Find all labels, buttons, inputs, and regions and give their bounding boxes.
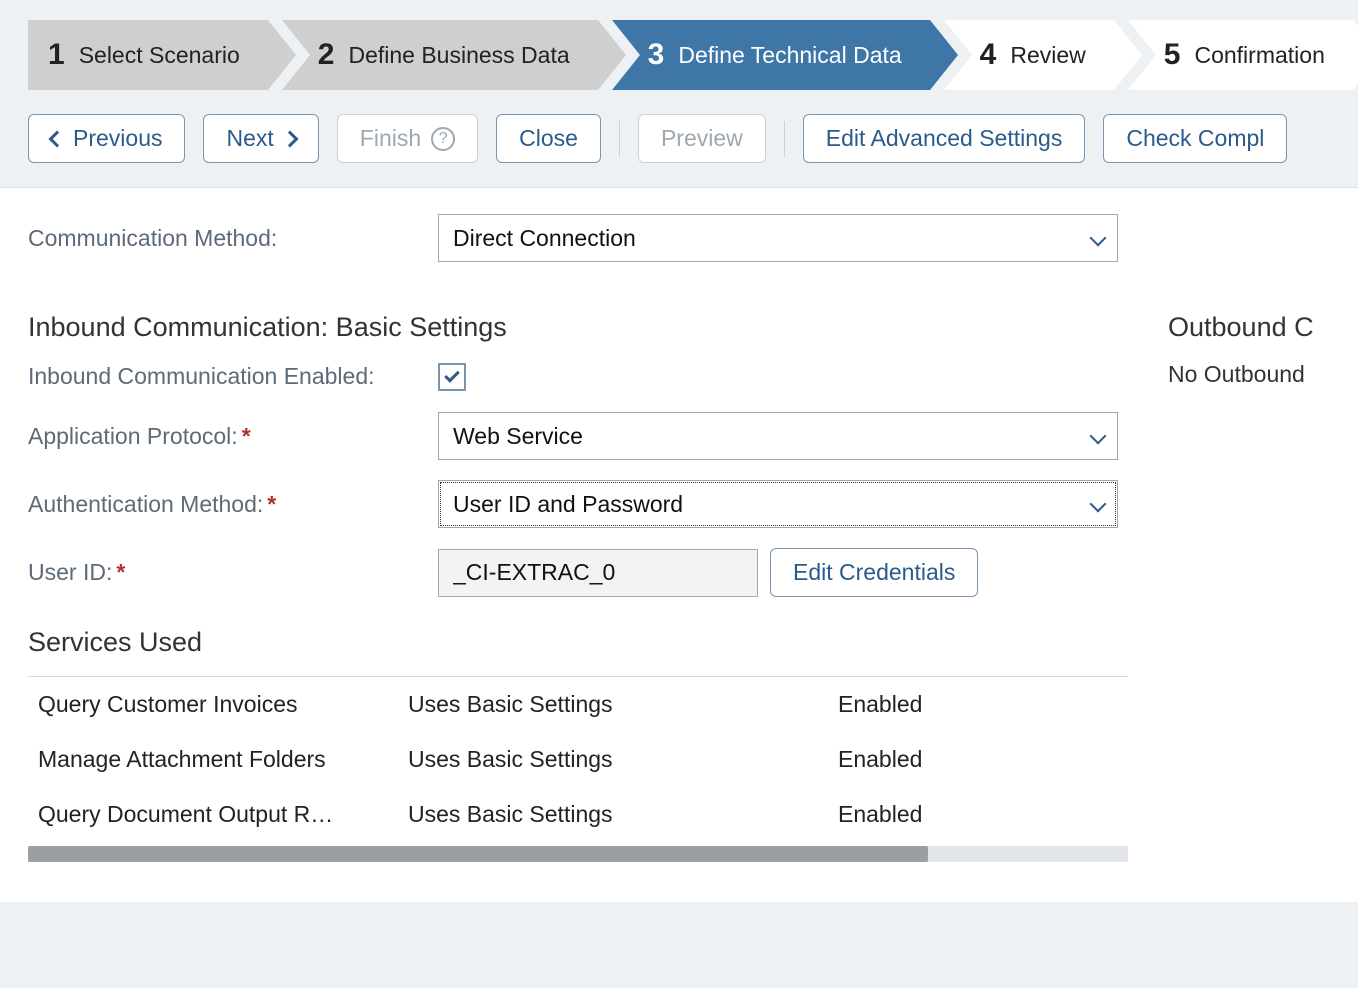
communication-method-select[interactable] [438,214,1118,262]
chevron-right-icon [281,130,298,147]
scrollbar-thumb[interactable] [28,846,928,862]
edit-advanced-settings-button[interactable]: Edit Advanced Settings [803,114,1086,163]
step-label: Confirmation [1194,42,1324,69]
required-marker: * [242,423,251,449]
step-number: 2 [318,38,335,72]
authentication-method-label: Authentication Method:* [28,491,438,518]
table-row[interactable]: Query Customer Invoices Uses Basic Setti… [28,677,1128,732]
inbound-enabled-row: Inbound Communication Enabled: [28,361,1128,392]
button-label: Preview [661,125,743,152]
authentication-method-select[interactable] [438,480,1118,528]
communication-method-value[interactable] [438,214,1118,262]
preview-button: Preview [638,114,766,163]
step-confirmation[interactable]: 5 Confirmation [1128,20,1353,90]
inbound-section-title: Inbound Communication: Basic Settings [28,312,1128,343]
step-select-scenario[interactable]: 1 Select Scenario [28,20,268,90]
outbound-section-title: Outbound C [1168,312,1330,343]
step-label: Define Technical Data [678,42,901,69]
step-number: 3 [648,38,665,72]
service-status-cell: Enabled [838,746,1038,773]
button-label: Close [519,125,578,152]
service-status-cell: Enabled [838,801,1038,828]
services-used-title: Services Used [28,627,1128,658]
previous-button[interactable]: Previous [28,114,185,163]
close-button[interactable]: Close [496,114,601,163]
checkmark-icon [444,367,460,383]
service-name-cell: Manage Attachment Folders [38,746,408,773]
application-protocol-select[interactable] [438,412,1118,460]
user-id-label: User ID:* [28,559,438,586]
service-settings-cell: Uses Basic Settings [408,746,838,773]
application-protocol-row: Application Protocol:* [28,412,1128,460]
toolbar-divider [619,121,620,157]
service-settings-cell: Uses Basic Settings [408,801,838,828]
button-label: Finish [360,125,421,152]
step-define-business-data[interactable]: 2 Define Business Data [282,20,598,90]
outbound-text: No Outbound [1168,361,1330,388]
step-label: Review [1010,42,1085,69]
step-number: 4 [980,38,997,72]
table-row[interactable]: Manage Attachment Folders Uses Basic Set… [28,732,1128,787]
required-marker: * [267,491,276,517]
step-review[interactable]: 4 Review [944,20,1114,90]
button-label: Edit Advanced Settings [826,125,1063,152]
check-completeness-button[interactable]: Check Compl [1103,114,1287,163]
communication-method-row: Communication Method: [28,214,1330,262]
button-label: Previous [73,125,162,152]
service-name-cell: Query Document Output R… [38,801,408,828]
required-marker: * [116,559,125,585]
step-number: 5 [1164,38,1181,72]
inbound-enabled-checkbox[interactable] [438,363,466,391]
horizontal-scrollbar[interactable] [28,846,1128,862]
table-row[interactable]: Query Document Output R… Uses Basic Sett… [28,787,1128,842]
next-button[interactable]: Next [203,114,318,163]
edit-credentials-button[interactable]: Edit Credentials [770,548,978,597]
inbound-enabled-label: Inbound Communication Enabled: [28,361,438,392]
step-label: Select Scenario [79,42,240,69]
button-label: Next [226,125,273,152]
finish-button: Finish ? [337,114,478,163]
authentication-method-row: Authentication Method:* [28,480,1128,528]
communication-method-label: Communication Method: [28,225,438,252]
button-label: Check Compl [1126,125,1264,152]
user-id-row: User ID:* Edit Credentials [28,548,1128,597]
application-protocol-value[interactable] [438,412,1118,460]
step-define-technical-data[interactable]: 3 Define Technical Data [612,20,930,90]
chevron-left-icon [49,130,66,147]
service-settings-cell: Uses Basic Settings [408,691,838,718]
toolbar: Previous Next Finish ? Close Preview Edi… [0,90,1358,188]
step-label: Define Business Data [348,42,569,69]
service-name-cell: Query Customer Invoices [38,691,408,718]
application-protocol-label: Application Protocol:* [28,423,438,450]
button-label: Edit Credentials [793,559,955,586]
service-status-cell: Enabled [838,691,1038,718]
authentication-method-value[interactable] [438,480,1118,528]
content-area: Communication Method: Inbound Communicat… [0,188,1358,902]
help-icon: ? [431,127,455,151]
services-table: Query Customer Invoices Uses Basic Setti… [28,676,1128,862]
toolbar-divider [784,121,785,157]
step-number: 1 [48,38,65,72]
user-id-field[interactable] [438,549,758,597]
wizard-steps: 1 Select Scenario 2 Define Business Data… [0,0,1358,90]
